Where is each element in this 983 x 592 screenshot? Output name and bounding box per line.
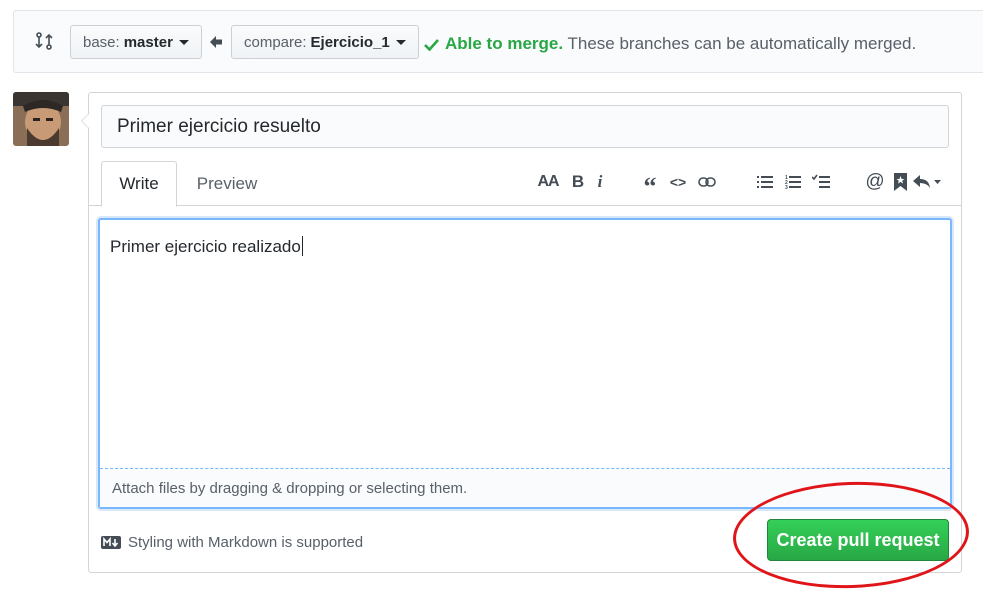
attach-files-area[interactable]: Attach files by dragging & dropping or s…: [100, 468, 950, 507]
reply-icon[interactable]: [911, 170, 943, 194]
code-icon[interactable]: <>: [663, 170, 693, 194]
body-value: Primer ejercicio realizado: [110, 237, 301, 256]
mention-icon[interactable]: @: [861, 170, 889, 194]
arrow-left-icon: [210, 36, 222, 48]
bold-icon[interactable]: B: [565, 170, 591, 194]
base-branch-select[interactable]: base: master: [70, 25, 202, 59]
compare-branch-select[interactable]: compare: Ejercicio_1: [231, 25, 419, 59]
task-list-icon[interactable]: [807, 170, 835, 194]
markdown-toolbar: AA B i “ <> 123 @: [535, 170, 943, 201]
italic-icon[interactable]: i: [591, 170, 609, 194]
quote-icon[interactable]: “: [637, 170, 663, 201]
heading-icon[interactable]: AA: [535, 170, 561, 194]
ordered-list-icon[interactable]: 123: [779, 170, 807, 194]
merge-message: These branches can be automatically merg…: [563, 34, 917, 53]
title-input[interactable]: Primer ejercicio resuelto: [101, 105, 949, 148]
git-compare-icon: [35, 32, 53, 50]
base-branch-name: master: [123, 33, 173, 51]
markdown-hint-text: Styling with Markdown is supported: [128, 534, 364, 551]
merge-ok-text: Able to merge.: [445, 34, 564, 53]
link-icon[interactable]: [693, 170, 721, 194]
svg-text:3: 3: [785, 185, 788, 190]
bookmark-icon[interactable]: [889, 170, 911, 194]
chevron-down-icon: [178, 39, 189, 45]
text-cursor: [301, 236, 303, 256]
tab-write[interactable]: Write: [101, 161, 177, 207]
avatar[interactable]: [13, 92, 69, 146]
check-icon: [424, 38, 439, 51]
merge-status: Able to merge. These branches can be aut…: [424, 34, 916, 54]
create-pull-request-button[interactable]: Create pull request: [767, 519, 949, 561]
markdown-icon: [101, 536, 121, 549]
compare-label: compare:: [244, 33, 307, 51]
body-text: Primer ejercicio realizado: [110, 236, 303, 257]
unordered-list-icon[interactable]: [751, 170, 779, 194]
tab-preview[interactable]: Preview: [183, 161, 271, 207]
base-label: base:: [83, 33, 120, 51]
chevron-down-icon: [395, 39, 406, 45]
markdown-hint[interactable]: Styling with Markdown is supported: [101, 534, 363, 551]
pull-request-form: Primer ejercicio resuelto Write Preview …: [81, 92, 962, 573]
compare-bar: base: master compare: Ejercicio_1 Able t…: [13, 10, 983, 73]
user-photo: [13, 92, 69, 146]
body-textarea[interactable]: Primer ejercicio realizado Attach files …: [98, 218, 952, 509]
compare-branch-name: Ejercicio_1: [310, 33, 390, 51]
